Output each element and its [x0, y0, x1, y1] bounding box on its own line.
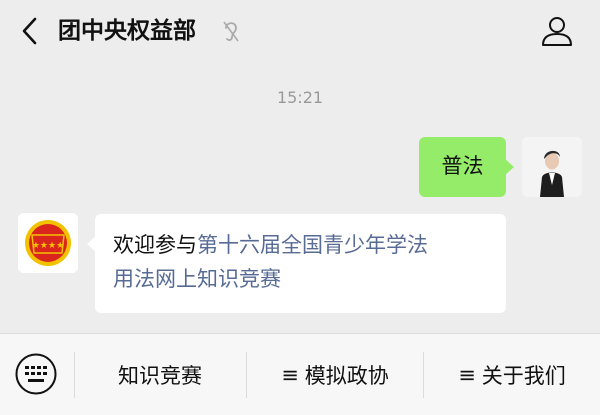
menu-lines-icon: ≡	[281, 363, 299, 387]
chat-title: 团中央权益部	[58, 18, 196, 44]
official-message-bubble[interactable]: 欢迎参与第十六届全国青少年学法用法网上知识竞赛	[87, 214, 506, 313]
official-avatar[interactable]: ★★★★	[18, 213, 78, 273]
contest-link-part-1[interactable]: 第十六届全国青少年学法	[197, 233, 428, 257]
user-photo-avatar	[522, 137, 582, 197]
menu-item-label: 模拟政协	[304, 364, 389, 388]
contest-link-part-2[interactable]: 用法网上知识竞赛	[113, 267, 281, 291]
my-message-bubble[interactable]: 普法	[419, 137, 514, 197]
profile-person-icon[interactable]	[540, 14, 574, 48]
top-bar: 团中央权益部	[0, 0, 600, 62]
my-avatar[interactable]	[522, 137, 582, 197]
mute-ear-icon	[223, 21, 239, 42]
my-message-text: 普法	[441, 154, 484, 178]
menu-item-label: 知识竞赛	[118, 364, 202, 388]
bottom-menu-bar: 知识竞赛 ≡ 模拟政协 ≡ 关于我们	[0, 333, 600, 415]
back-arrow-icon[interactable]	[16, 14, 44, 48]
youth-league-emblem-icon: ★★★★	[18, 213, 78, 273]
menu-about-us-button[interactable]: ≡ 关于我们	[424, 334, 600, 415]
svg-text:★★★★: ★★★★	[32, 241, 64, 251]
keyboard-icon[interactable]	[14, 352, 58, 396]
message-timestamp: 15:21	[276, 88, 324, 107]
menu-mock-cppcc-button[interactable]: ≡ 模拟政协	[247, 334, 423, 415]
menu-item-label: 关于我们	[481, 364, 566, 388]
menu-lines-icon: ≡	[458, 363, 476, 387]
welcome-text: 欢迎参与	[113, 233, 197, 257]
menu-knowledge-contest-button[interactable]: 知识竞赛	[74, 334, 246, 415]
